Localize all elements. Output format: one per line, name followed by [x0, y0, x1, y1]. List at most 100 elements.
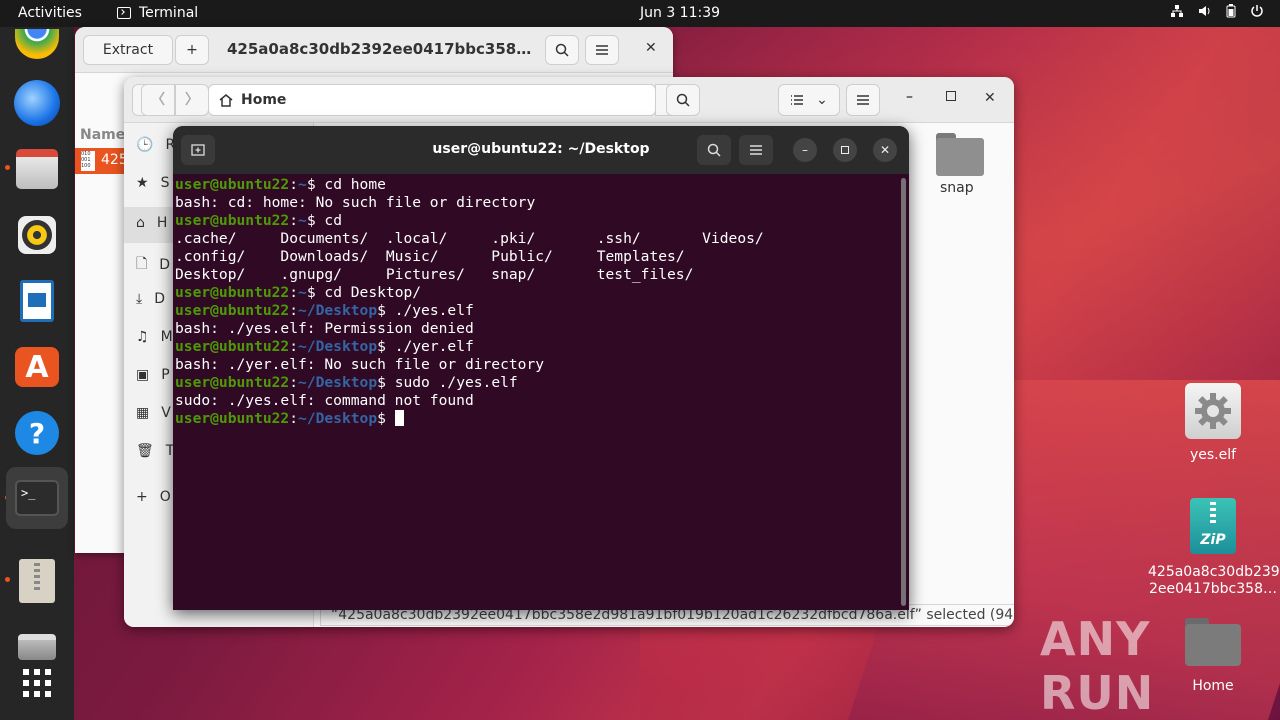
pictures-icon: ▣	[136, 367, 150, 383]
terminal-icon[interactable]: >_	[6, 467, 68, 529]
forward-button[interactable]: 〉	[175, 84, 209, 116]
terminal-line: bash: ./yer.elf: No such file or directo…	[175, 356, 899, 374]
system-tray[interactable]	[1170, 4, 1264, 18]
command-text: cd	[315, 212, 342, 229]
files-search-button[interactable]	[666, 84, 700, 116]
add-button[interactable]: +	[175, 35, 209, 65]
archive-icon[interactable]	[13, 557, 61, 605]
terminal-output[interactable]: user@ubuntu22:~$ cd home bash: cd: home: …	[175, 176, 899, 428]
prompt-user: user@ubuntu22	[175, 212, 290, 229]
clock[interactable]: Jun 3 11:39	[640, 5, 720, 21]
network-icon	[1171, 5, 1183, 17]
sidebar-label: O	[159, 489, 171, 505]
minimize-icon[interactable]: –	[906, 89, 913, 105]
sidebar-item-starred[interactable]: ★ S	[136, 175, 169, 191]
files-close-icon[interactable]: ✕	[984, 90, 996, 106]
sidebar-item-videos[interactable]: ▦ V	[136, 405, 171, 421]
app-menu[interactable]: Terminal	[117, 5, 198, 21]
back-button[interactable]: 〈	[141, 84, 175, 116]
zip-icon: ZiP	[1190, 498, 1236, 554]
archive-menu-button[interactable]	[585, 35, 619, 65]
apps-grid-icon[interactable]	[13, 659, 61, 707]
terminal-search-button[interactable]	[697, 135, 731, 165]
prompt-symbol: $	[306, 212, 316, 229]
terminal-line: user@ubuntu22:~/Desktop$ sudo ./yes.elf	[175, 374, 899, 392]
terminal-line: user@ubuntu22:~/Desktop$ ./yer.elf	[175, 338, 899, 356]
prompt-symbol: $	[306, 284, 316, 301]
prompt-path: ~/Desktop	[298, 374, 378, 391]
terminal-menu-button[interactable]	[739, 135, 773, 165]
extract-button[interactable]: Extract	[83, 35, 173, 65]
archive-headerbar: Extract + 425a0a8c30db2392ee0417bbc358… …	[75, 27, 673, 73]
activities-button[interactable]: Activities	[18, 5, 82, 21]
thunderbird-icon[interactable]	[13, 79, 61, 127]
view-toggle-button[interactable]: ⌄	[778, 84, 840, 116]
snap-folder-label[interactable]: snap	[940, 180, 974, 196]
prompt-symbol: $	[377, 338, 386, 355]
files-icon[interactable]	[13, 145, 61, 193]
sidebar-item-other-locations[interactable]: + O	[136, 489, 171, 505]
writer-icon[interactable]	[13, 277, 61, 325]
archive-title: 425a0a8c30db2392ee0417bbc358…	[227, 40, 532, 58]
terminal-line: user@ubuntu22:~/Desktop$ ./yes.elf	[175, 302, 899, 320]
output-text: bash: ./yes.elf: Permission denied	[175, 320, 474, 337]
maximize-icon[interactable]	[833, 138, 857, 162]
desktop-file-yes-elf[interactable]: yes.elf	[1170, 383, 1256, 463]
help-icon[interactable]: ?	[13, 409, 61, 457]
command-text: ./yes.elf	[385, 302, 474, 319]
sidebar-item-recent[interactable]: 🕒 R	[136, 137, 175, 153]
terminal-line: user@ubuntu22:~$ cd Desktop/	[175, 284, 899, 302]
minimize-icon[interactable]: –	[793, 138, 817, 162]
sidebar-item-pictures[interactable]: ▣ P	[136, 367, 170, 383]
terminal-line: bash: ./yes.elf: Permission denied	[175, 320, 899, 338]
desktop-file-zip[interactable]: ZiP 425a0a8c30db239 2ee0417bbc358…	[1148, 498, 1280, 598]
search-icon	[707, 143, 721, 157]
column-header-name[interactable]: Name	[80, 127, 125, 143]
software-icon[interactable]: A	[13, 343, 61, 391]
sidebar-item-trash[interactable]: 🗑 Tr	[136, 443, 178, 459]
terminal-window[interactable]: user@ubuntu22: ~/Desktop – ✕ user@ubuntu…	[173, 126, 909, 610]
power-icon	[1251, 5, 1263, 17]
sidebar-item-downloads[interactable]: ⤓ D	[136, 291, 165, 307]
terminal-scrollbar[interactable]	[901, 178, 906, 606]
terminal-line: user@ubuntu22:~$ cd home	[175, 176, 899, 194]
watermark-logo: ANY RUN	[1040, 612, 1155, 720]
hamburger-icon	[857, 95, 869, 105]
maximize-icon[interactable]	[946, 91, 956, 101]
chrome-icon[interactable]	[13, 27, 61, 61]
rhythmbox-icon[interactable]	[13, 211, 61, 259]
output-text: bash: cd: home: No such file or director…	[175, 194, 536, 211]
prompt-symbol: $	[377, 374, 386, 391]
prompt-separator: :	[289, 374, 299, 391]
chevron-down-icon: ⌄	[816, 92, 828, 108]
settings-gear-icon	[1185, 383, 1241, 439]
sidebar-item-music[interactable]: ♫ M	[136, 329, 173, 345]
home-icon	[219, 94, 233, 107]
prompt-separator: :	[289, 176, 299, 193]
sidebar-item-home[interactable]: ⌂ H	[136, 215, 167, 231]
files-menu-button[interactable]	[846, 84, 880, 116]
sidebar-label: D	[154, 291, 165, 307]
trash-icon: 🗑	[136, 443, 154, 459]
close-icon[interactable]: ✕	[873, 138, 897, 162]
home-icon: ⌂	[136, 215, 145, 231]
archive-close-icon[interactable]: ✕	[645, 40, 657, 56]
files-headerbar: 〈 〈 〉 Home ⋮ ⌄ – ✕	[124, 77, 1014, 123]
prompt-separator: :	[289, 302, 299, 319]
sidebar-item-documents[interactable]: 🗋 D	[136, 253, 170, 277]
prompt-user: user@ubuntu22	[175, 284, 290, 301]
snap-folder-icon[interactable]	[936, 133, 984, 177]
sidebar-label: D	[159, 257, 171, 273]
binary-file-icon: 010 001 100	[81, 151, 95, 171]
list-view-icon	[791, 95, 804, 105]
output-text: .cache/ Documents/ .local/ .pki/ .ssh/ V…	[175, 230, 764, 247]
sidebar-label: H	[156, 215, 168, 231]
archive-search-button[interactable]	[545, 35, 579, 65]
prompt-separator: :	[289, 410, 299, 427]
videos-icon: ▦	[136, 405, 150, 421]
archive-row-selected[interactable]: 010 001 100 425	[75, 148, 128, 174]
music-icon: ♫	[136, 329, 149, 345]
hamburger-icon	[750, 145, 762, 155]
prompt-user: user@ubuntu22	[175, 374, 290, 391]
location-bar[interactable]: Home ⋮	[208, 84, 689, 116]
